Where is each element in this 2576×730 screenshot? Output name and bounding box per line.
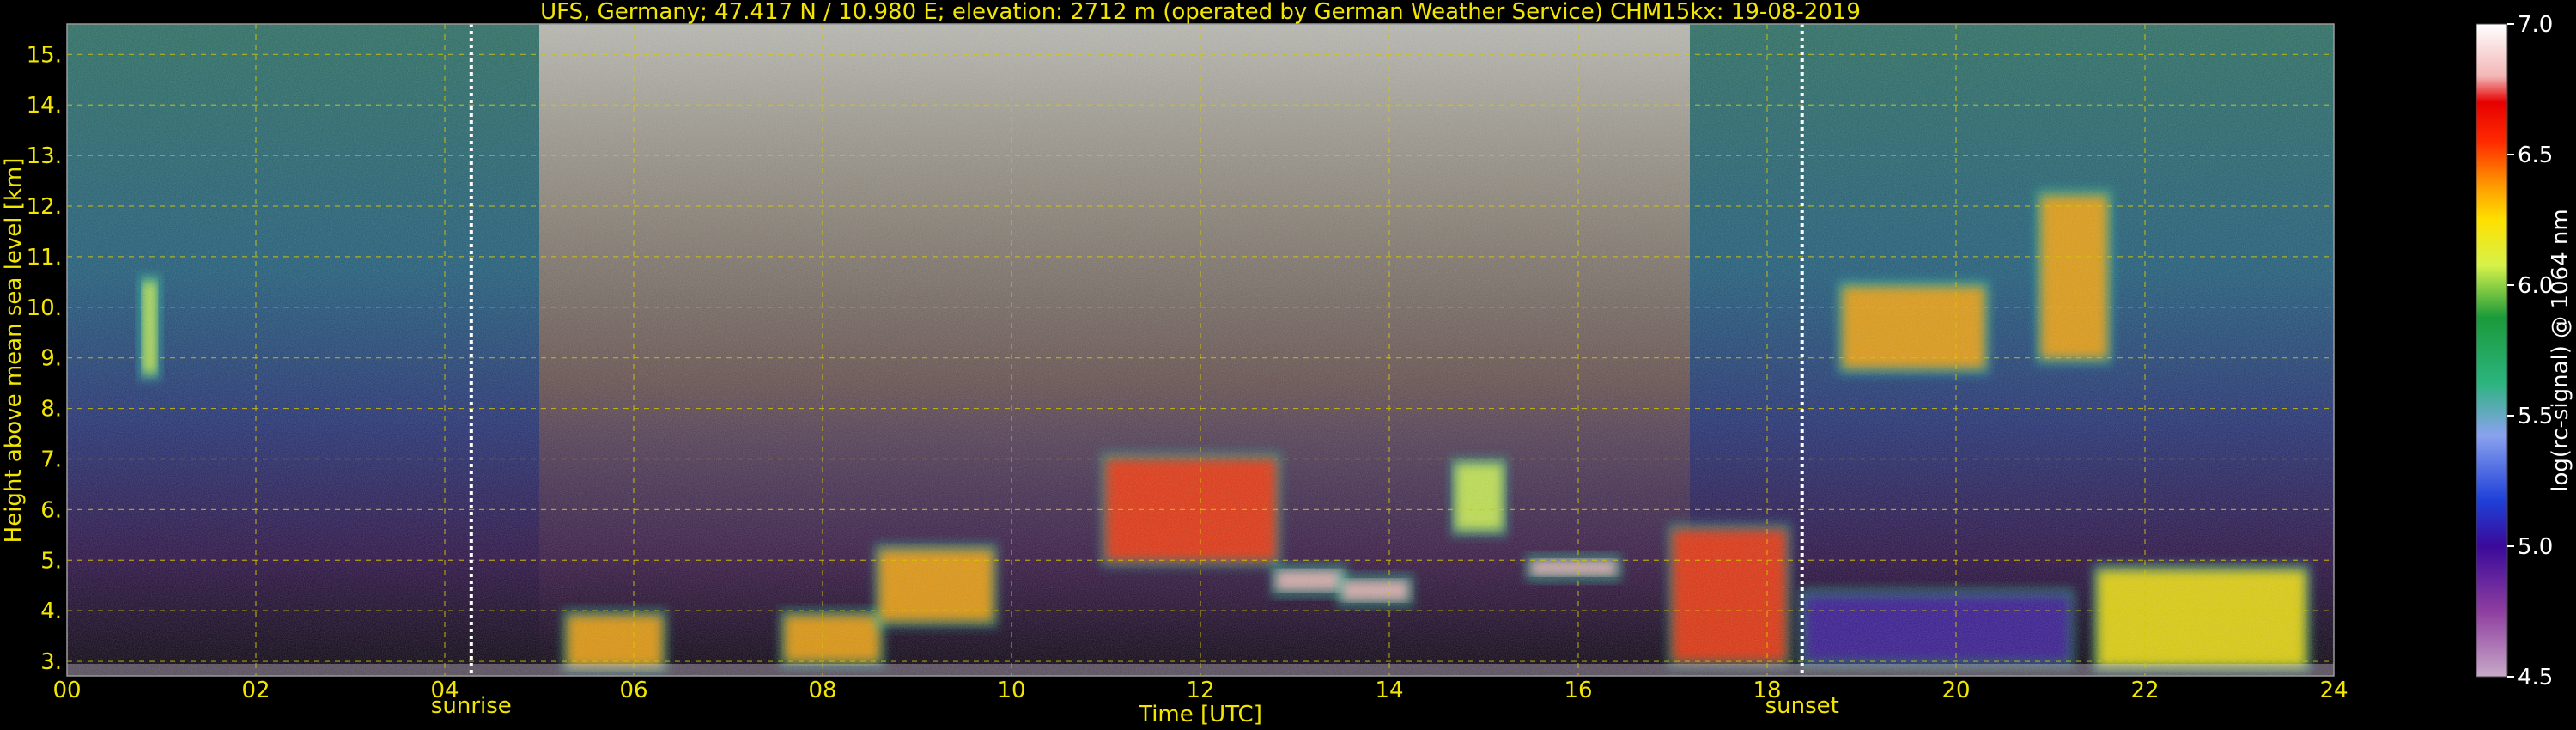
y-tick-10: 13. <box>27 143 62 169</box>
colorbar-tick-6.5: 6.5 <box>2518 143 2553 168</box>
x-tick-12: 12 <box>1186 678 1214 703</box>
y-axis-label: Height above mean sea level [km] <box>1 158 27 544</box>
sunrise-label: sunrise <box>431 693 512 719</box>
x-tick-labels: 00 02 04 06 08 10 12 14 16 18 20 22 24 <box>52 678 2348 703</box>
x-tick-00: 00 <box>52 678 81 703</box>
y-tick-3: 6. <box>40 497 62 523</box>
x-tick-10: 10 <box>997 678 1025 703</box>
y-tick-labels: 3. 4. 5. 6. 7. 8. 9. 10. 11. 12. 13. 14. 15. <box>27 42 62 675</box>
y-tick-9: 12. <box>27 194 62 220</box>
colorbar-tick-4.5: 4.5 <box>2518 665 2553 690</box>
y-tick-8: 11. <box>27 245 62 271</box>
y-tick-5: 8. <box>40 397 62 423</box>
ceilometer-chart: UFS, Germany; 47.417 N / 10.980 E; eleva… <box>1 0 2573 727</box>
colorbar-tick-5.0: 5.0 <box>2518 534 2553 560</box>
x-tick-22: 22 <box>2130 678 2159 703</box>
x-tick-14: 14 <box>1375 678 1403 703</box>
y-tick-4: 7. <box>40 447 62 472</box>
colorbar-tick-labels: 4.55.05.56.06.57.0 <box>2507 12 2553 690</box>
colorbar-label: log(rc-signal) @ 1064 nm <box>2548 209 2573 491</box>
y-tick-0: 3. <box>40 649 62 675</box>
y-tick-7: 10. <box>27 295 62 321</box>
chart-title: UFS, Germany; 47.417 N / 10.980 E; eleva… <box>540 0 1861 25</box>
y-tick-6: 9. <box>40 346 62 372</box>
sunset-label: sunset <box>1765 693 1839 719</box>
colorbar <box>2476 23 2508 678</box>
colorbar-tick-7.0: 7.0 <box>2518 12 2553 38</box>
x-tick-16: 16 <box>1564 678 1592 703</box>
x-tick-02: 02 <box>241 678 270 703</box>
y-tick-1: 4. <box>40 599 62 624</box>
x-axis-label: Time [UTC] <box>1138 702 1262 727</box>
y-tick-11: 14. <box>27 93 62 119</box>
y-tick-2: 5. <box>40 548 62 574</box>
y-tick-12: 15. <box>27 42 62 68</box>
plot-area <box>67 24 2334 676</box>
x-tick-06: 06 <box>619 678 647 703</box>
x-tick-08: 08 <box>808 678 836 703</box>
x-tick-24: 24 <box>2319 678 2348 703</box>
x-tick-20: 20 <box>1941 678 1970 703</box>
